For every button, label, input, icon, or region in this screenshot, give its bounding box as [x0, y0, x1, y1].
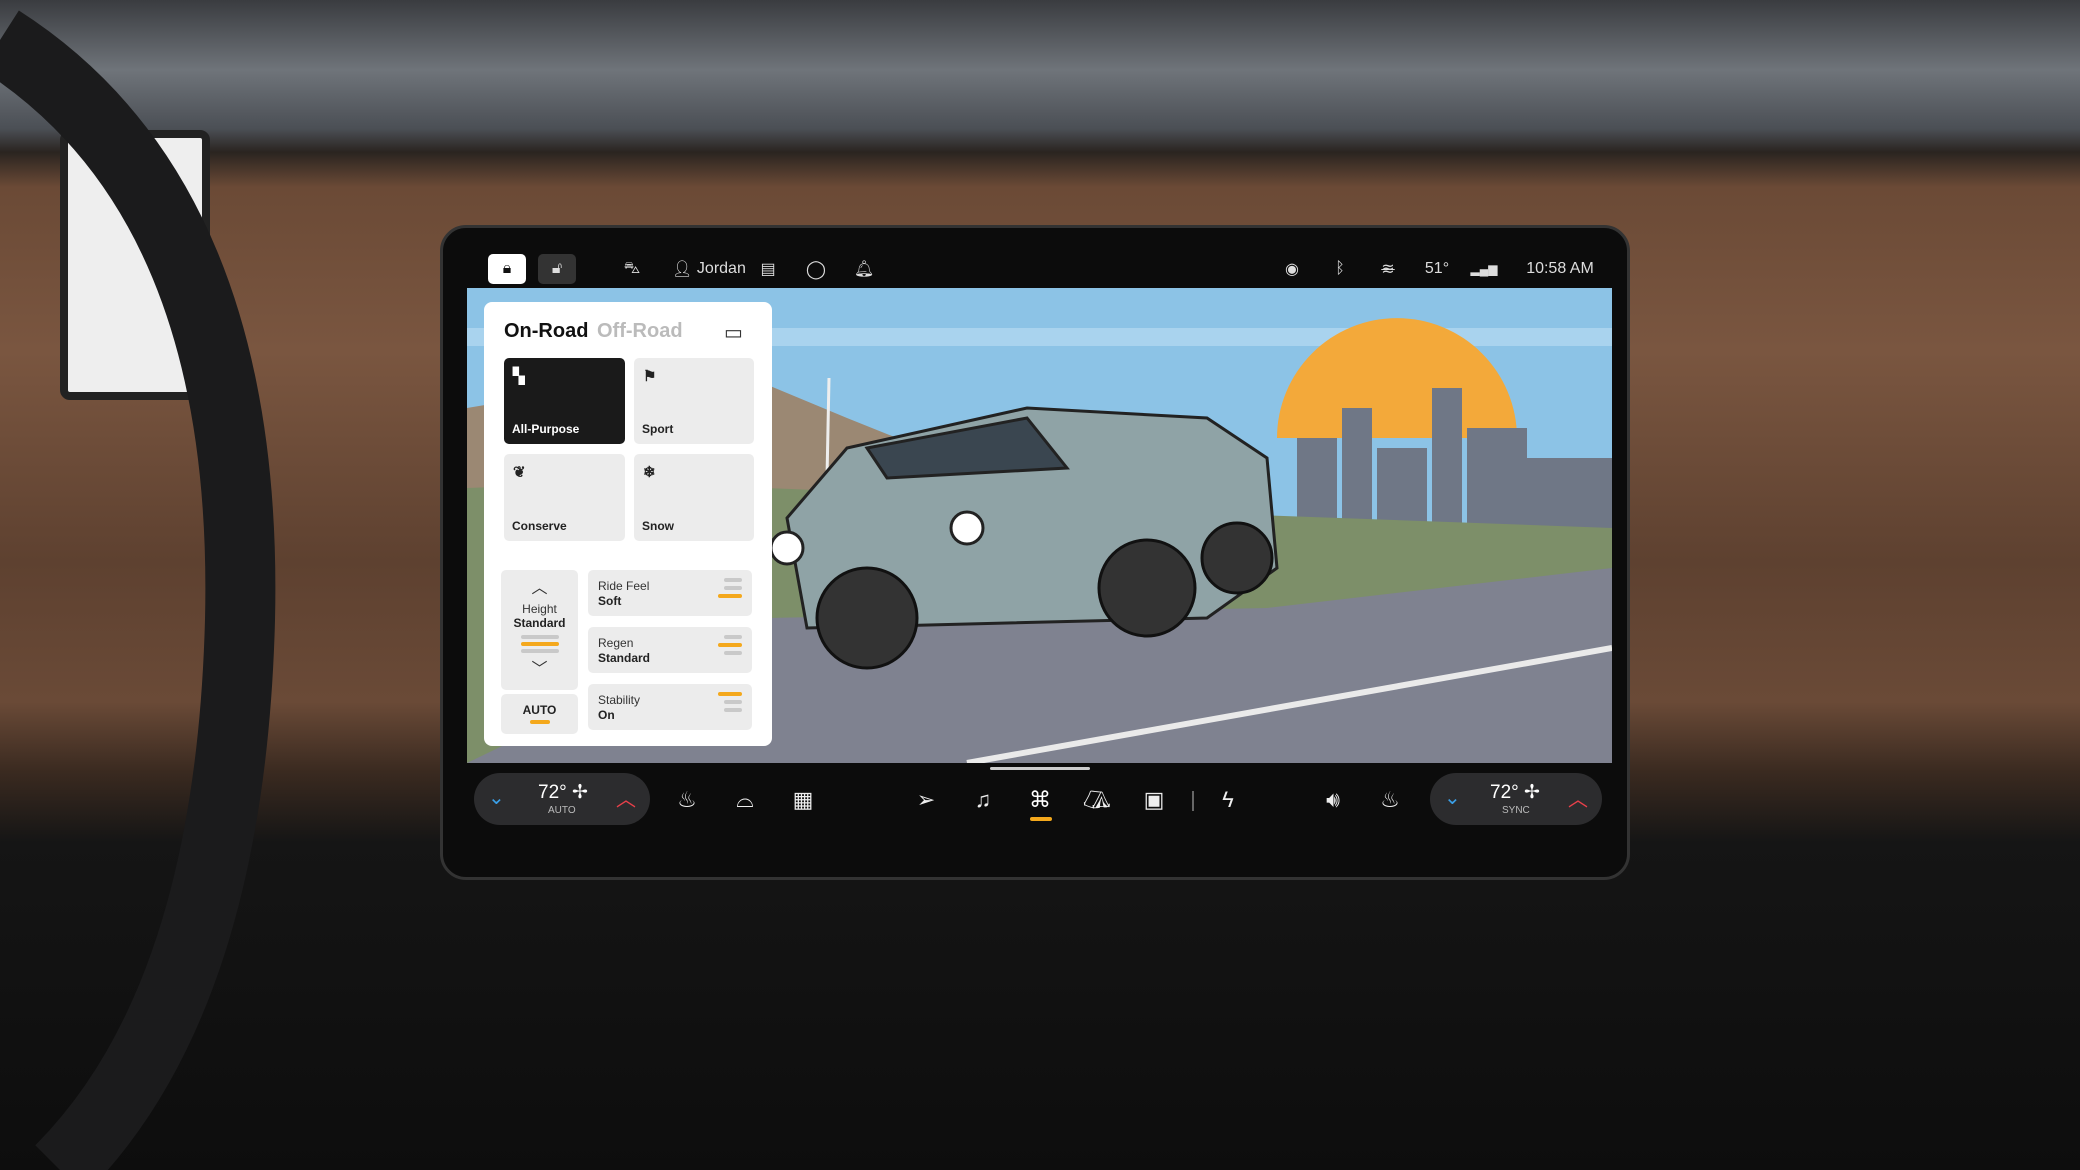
ride-feel-level — [718, 578, 742, 602]
unlock-button[interactable]: 🔓︎ — [538, 254, 576, 284]
height-value: Standard — [513, 616, 566, 630]
temp-up-left-button[interactable]: ︿ — [616, 783, 636, 812]
regen-setting[interactable]: Regen Standard — [588, 627, 752, 673]
home-indicator[interactable] — [990, 767, 1090, 770]
height-label: Height — [522, 602, 557, 616]
bottom-dock: ⌄ 72° ✢ AUTO ︿ ♨ ⌓ ▦ ➢ ♫ ⌘ ⛺︎ ▣ ϟ 🔊︎ ♨ ⌄… — [467, 765, 1612, 831]
trailer-settings-icon[interactable]: ▭ — [724, 320, 743, 345]
bell-icon[interactable]: 🔔︎ — [852, 252, 876, 286]
temp-up-right-button[interactable]: ︿ — [1568, 783, 1588, 812]
status-bar: 🔒︎ 🔓︎ ⛍ 👤︎ Jordan ▤ ◯ 🔔︎ ◉ ᛒ ≋ 51° ▂▄▆ 1… — [470, 252, 1612, 286]
hotspot-icon[interactable]: ◉ — [1280, 252, 1304, 286]
road-icon: ▚ — [513, 368, 525, 385]
car-icon[interactable]: ⛍ — [620, 252, 644, 286]
navigation-icon[interactable]: ➢ — [909, 783, 943, 817]
active-indicator — [1030, 817, 1052, 821]
front-defrost-icon[interactable]: ⌓ — [728, 783, 762, 817]
rear-defrost-icon[interactable]: ▦ — [786, 783, 820, 817]
left-temp[interactable]: 72° — [538, 782, 567, 803]
charging-icon[interactable]: ϟ — [1211, 783, 1245, 817]
signal-icon: ▂▄▆ — [1470, 262, 1498, 276]
left-climate-mode: AUTO — [548, 805, 576, 816]
ride-feel-setting[interactable]: Ride Feel Soft — [588, 570, 752, 616]
stability-setting[interactable]: Stability On — [588, 684, 752, 730]
mode-snow[interactable]: ❄ Snow — [634, 454, 754, 541]
mode-conserve[interactable]: ❦ Conserve — [504, 454, 625, 541]
mode-all-purpose[interactable]: ▚ All-Purpose — [504, 358, 625, 444]
leaf-icon: ❦ — [513, 464, 526, 481]
climate-left: ⌄ 72° ✢ AUTO ︿ — [474, 773, 650, 825]
unlock-icon: 🔓︎ — [551, 260, 563, 277]
circle-icon[interactable]: ◯ — [804, 252, 828, 286]
seat-heat-icon[interactable]: ♨ — [670, 783, 704, 817]
auto-indicator — [529, 720, 550, 724]
mode-sport[interactable]: ⚑ Sport — [634, 358, 754, 444]
person-icon: 👤︎ — [672, 261, 693, 278]
garage-icon[interactable]: ▤ — [756, 252, 780, 286]
clock: 10:58 AM — [1526, 260, 1594, 277]
wifi-off-icon[interactable]: ≋ — [1376, 252, 1400, 286]
regen-level — [718, 635, 742, 659]
user-name: Jordan — [696, 260, 746, 277]
climate-right: ⌄ 72° ✢ SYNC ︿ — [1430, 773, 1602, 825]
fan-icon: ✢ — [572, 782, 588, 803]
vehicle-icon[interactable]: ⌘ — [1023, 783, 1057, 817]
volume-icon[interactable]: 🔊︎ — [1316, 783, 1350, 817]
height-control: ︿ Height Standard ﹀ — [501, 570, 578, 690]
height-down-button[interactable]: ﹀ — [501, 655, 578, 679]
height-level-indicator — [520, 635, 559, 653]
profile-button[interactable]: 👤︎ Jordan — [664, 252, 754, 286]
lock-icon: 🔒︎ — [502, 260, 512, 277]
height-auto-button[interactable]: AUTO — [501, 694, 578, 734]
lock-button[interactable]: 🔒︎ — [488, 254, 526, 284]
fan-icon: ✢ — [1524, 782, 1540, 803]
camp-icon[interactable]: ⛺︎ — [1080, 783, 1114, 817]
height-up-button[interactable]: ︿ — [501, 574, 578, 598]
seat-heat-right-icon[interactable]: ♨ — [1373, 783, 1407, 817]
outside-temperature: 51° — [1424, 260, 1450, 277]
snowflake-icon: ❄ — [643, 464, 656, 481]
right-temp[interactable]: 72° — [1490, 782, 1519, 803]
temp-down-left-button[interactable]: ⌄ — [488, 785, 505, 810]
tab-off-road[interactable]: Off-Road — [597, 320, 683, 343]
temp-down-right-button[interactable]: ⌄ — [1444, 785, 1461, 810]
tab-on-road[interactable]: On-Road — [504, 320, 588, 343]
camera-icon[interactable]: ▣ — [1137, 783, 1171, 817]
steering-wheel — [0, 10, 276, 1170]
right-climate-mode: SYNC — [1502, 805, 1530, 816]
music-icon[interactable]: ♫ — [966, 783, 1000, 817]
drive-mode-panel: On-Road Off-Road ▭ ▚ All-Purpose ⚑ Sport ❦… — [484, 302, 772, 746]
bluetooth-icon[interactable]: ᛒ — [1330, 252, 1350, 286]
stability-level — [718, 692, 742, 716]
flag-icon: ⚑ — [643, 368, 657, 385]
divider — [1192, 791, 1194, 811]
